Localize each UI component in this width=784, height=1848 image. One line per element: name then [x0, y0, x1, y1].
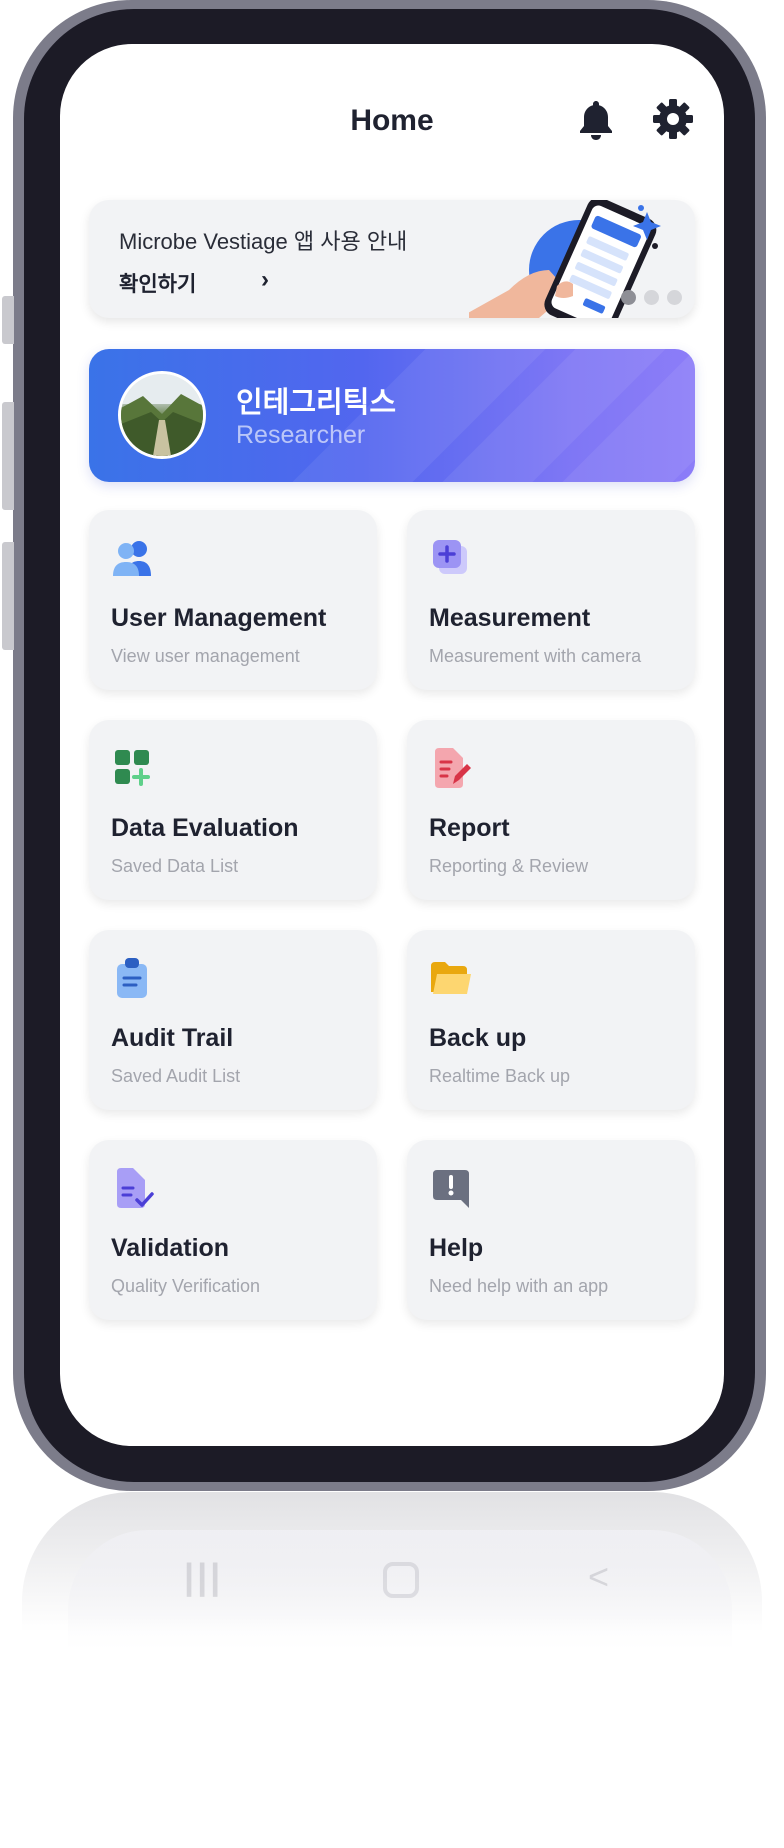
document-check-icon: [117, 1168, 154, 1208]
card-subtitle: Measurement with camera: [429, 646, 642, 666]
menu-card-validation[interactable]: Validation Quality Verification: [89, 1140, 377, 1320]
card-subtitle: Need help with an app: [429, 1276, 609, 1296]
banner-pagination: [621, 290, 682, 305]
avatar: [118, 371, 206, 459]
card-title: Validation: [111, 1234, 230, 1262]
phone-volume-up-button: [2, 402, 14, 510]
home-nav-icon: [383, 1562, 419, 1598]
menu-card-report[interactable]: Report Reporting & Review: [407, 720, 695, 900]
phone-reflection-screen: [68, 1530, 732, 1680]
phone-volume-down-button: [2, 542, 14, 650]
page-title: Home: [350, 104, 434, 137]
profile-name: 인테그리틱스: [236, 387, 397, 419]
pagination-dot[interactable]: [667, 290, 682, 305]
card-title: Data Evaluation: [111, 814, 299, 842]
card-subtitle: View user management: [111, 646, 300, 666]
card-title: Audit Trail: [111, 1024, 234, 1052]
grid-add-icon: [115, 750, 150, 786]
card-subtitle: Realtime Back up: [429, 1066, 571, 1086]
card-title: Back up: [429, 1024, 527, 1052]
card-title: Measurement: [429, 604, 591, 632]
banner-title: Microbe Vestiage 앱 사용 안내: [119, 229, 408, 254]
menu-card-back-up[interactable]: Back up Realtime Back up: [407, 930, 695, 1110]
card-subtitle: Saved Audit List: [111, 1066, 241, 1086]
add-layer-icon: [433, 540, 467, 574]
card-title: Report: [429, 814, 510, 842]
users-icon: [113, 541, 151, 576]
menu-card-user-management[interactable]: User Management View user management: [89, 510, 377, 690]
chevron-right-icon: ›: [261, 266, 269, 293]
folder-icon: [431, 962, 471, 994]
card-subtitle: Reporting & Review: [429, 856, 589, 876]
back-nav-icon: <: [588, 1556, 610, 1597]
banner-link[interactable]: 확인하기: [119, 268, 196, 298]
document-edit-icon: [435, 748, 471, 788]
bell-icon[interactable]: [576, 98, 616, 142]
menu-card-data-evaluation[interactable]: Data Evaluation Saved Data List: [89, 720, 377, 900]
menu-card-audit-trail[interactable]: Audit Trail Saved Audit List: [89, 930, 377, 1110]
recent-apps-icon: |||: [184, 1556, 224, 1597]
phone-side-button: [2, 296, 14, 344]
pagination-dot[interactable]: [644, 290, 659, 305]
profile-card[interactable]: 인테그리틱스 Researcher: [89, 349, 695, 482]
app-screen: Home Microbe Vestiage 앱 사용 안내 확인하기 › 인테그…: [60, 44, 724, 1446]
menu-card-help[interactable]: Help Need help with an app: [407, 1140, 695, 1320]
message-alert-icon: [433, 1170, 469, 1208]
card-title: User Management: [111, 604, 327, 632]
card-subtitle: Quality Verification: [111, 1276, 261, 1296]
pagination-dot-active[interactable]: [621, 290, 636, 305]
menu-card-measurement[interactable]: Measurement Measurement with camera: [407, 510, 695, 690]
clipboard-icon: [117, 958, 147, 998]
card-title: Help: [429, 1234, 484, 1262]
card-subtitle: Saved Data List: [111, 856, 239, 876]
info-banner[interactable]: Microbe Vestiage 앱 사용 안내 확인하기 ›: [89, 200, 695, 318]
gear-icon[interactable]: [652, 98, 694, 140]
profile-role: Researcher: [236, 421, 366, 449]
